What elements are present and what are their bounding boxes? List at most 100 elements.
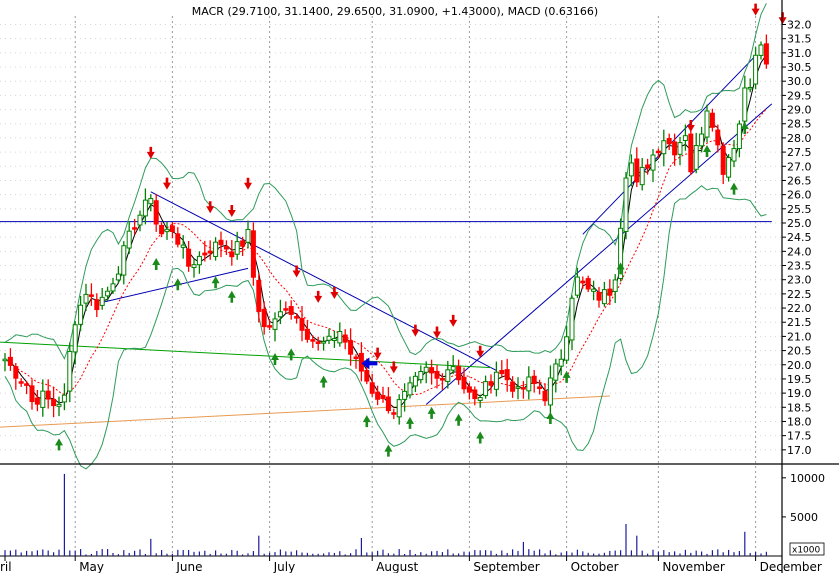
price-bar-body (353, 356, 359, 360)
price-bar-body (418, 371, 424, 381)
price-bar-body (137, 214, 143, 226)
month-label-4: August (376, 560, 418, 573)
price-tick-label-18: 26.0 (787, 189, 812, 202)
price-bar-body (477, 397, 483, 401)
price-bar-body (747, 86, 753, 90)
price-bar-body (726, 157, 732, 178)
price-bar-body (229, 251, 235, 258)
price-bar-body (213, 241, 219, 257)
price-bar-body (299, 317, 305, 331)
price-bar-body (645, 164, 651, 169)
price-bar-body (294, 316, 300, 319)
price-tick-label-9: 21.5 (787, 316, 812, 329)
price-bar-body (126, 230, 132, 249)
price-bar-body (531, 375, 537, 384)
price-bar-body (655, 150, 661, 154)
price-tick-label-22: 28.0 (787, 132, 812, 145)
price-tick-label-23: 28.5 (787, 118, 812, 131)
price-tick-label-4: 19.0 (787, 387, 812, 400)
price-bar-body (364, 369, 370, 382)
month-label-2: June (175, 560, 202, 573)
chart-background (0, 0, 839, 573)
price-tick-label-0: 17.0 (787, 444, 812, 457)
price-bar-body (753, 54, 759, 85)
price-bar-body (250, 230, 256, 278)
price-tick-label-21: 27.5 (787, 146, 812, 159)
price-tick-label-29: 31.5 (787, 33, 812, 46)
price-bar-body (596, 291, 602, 301)
price-tick-label-6: 20.0 (787, 359, 812, 372)
price-bar-body (283, 308, 289, 311)
price-tick-label-7: 20.5 (787, 345, 812, 358)
price-bar-body (510, 381, 516, 392)
price-bar-body (358, 352, 364, 372)
month-label-7: November (662, 560, 724, 573)
price-bar-body (7, 356, 13, 366)
price-bar-body (591, 288, 597, 292)
price-tick-label-3: 18.5 (787, 401, 812, 414)
price-bar-body (623, 177, 629, 232)
price-bar-body (380, 394, 386, 400)
price-bar-body (634, 158, 640, 183)
price-bar-body (142, 199, 148, 217)
month-label-5: September (473, 560, 539, 573)
price-bar-body (601, 289, 607, 305)
price-bar-body (731, 148, 737, 162)
price-bar (726, 154, 732, 182)
price-tick-label-19: 26.5 (787, 174, 812, 187)
price-tick-label-8: 21.0 (787, 330, 812, 343)
price-bar-body (569, 297, 575, 341)
price-bar-body (483, 381, 489, 397)
price-bar-body (461, 376, 467, 390)
price-bar-body (445, 369, 451, 382)
price-tick-label-13: 23.5 (787, 260, 812, 273)
price-bar-body (553, 363, 559, 381)
price-tick-label-27: 30.5 (787, 61, 812, 74)
price-bar-body (434, 370, 440, 379)
price-bar-body (342, 334, 348, 343)
price-bar-body (580, 280, 586, 284)
price-bar-body (488, 381, 494, 386)
price-bar-body (407, 382, 413, 396)
price-bar-body (207, 250, 213, 254)
price-tick-label-25: 29.5 (787, 89, 812, 102)
price-bar-body (99, 296, 105, 306)
price-bar-body (72, 324, 78, 353)
price-bar-body (105, 290, 111, 297)
month-label-0: ril (0, 560, 12, 573)
volume-tick-label-0: 5000 (790, 511, 818, 524)
price-bar-body (272, 318, 278, 330)
price-bar-body (191, 264, 197, 269)
price-bar-body (223, 246, 229, 250)
price-bar-body (450, 366, 456, 371)
price-bar-body (672, 141, 678, 156)
price-tick-label-26: 30.0 (787, 75, 812, 88)
price-bar-body (24, 383, 30, 386)
price-bar-body (234, 241, 240, 255)
price-bar-body (45, 390, 51, 400)
price-bar-body (164, 228, 170, 233)
price-bar-body (304, 328, 310, 340)
price-bar-body (348, 340, 354, 355)
price-bar-body (321, 341, 327, 344)
price-bar-body (493, 371, 499, 390)
volume-tick-label-1: 10000 (790, 472, 825, 485)
price-bar-body (666, 138, 672, 145)
price-tick-label-30: 32.0 (787, 19, 812, 32)
price-bar-body (391, 412, 397, 415)
price-bar-body (132, 227, 138, 230)
price-bar-body (148, 198, 154, 205)
price-bar-body (115, 273, 121, 281)
price-bar-body (763, 43, 769, 65)
stock-chart: MACR (29.7100, 31.1400, 29.6500, 31.0900… (0, 0, 839, 573)
price-bar-body (51, 398, 57, 407)
price-bar-body (547, 377, 553, 406)
price-bar-body (18, 381, 24, 384)
price-bar-body (153, 200, 159, 225)
price-bar-body (607, 288, 613, 296)
price-bar-body (423, 366, 429, 373)
price-bar (250, 222, 256, 286)
price-bar-body (83, 293, 89, 304)
price-bar-body (159, 224, 165, 235)
price-bar-body (742, 87, 748, 122)
